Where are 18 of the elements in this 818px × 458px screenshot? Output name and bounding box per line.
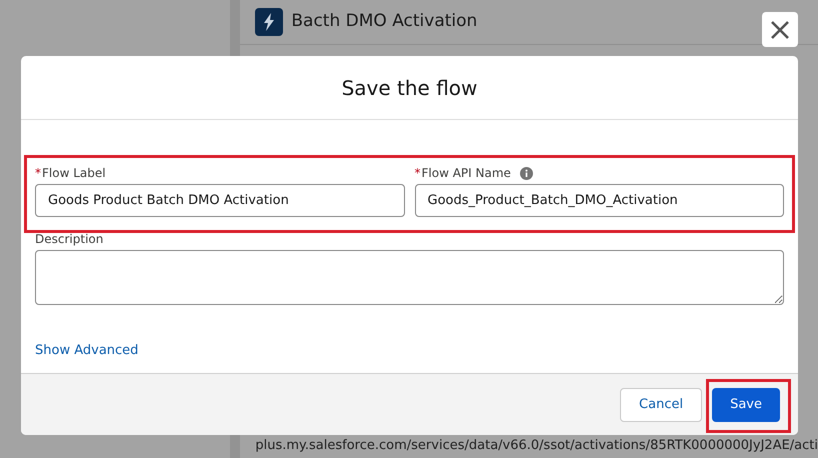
show-advanced-link[interactable]: Show Advanced: [35, 343, 138, 358]
field-label: Description: [35, 232, 104, 246]
close-icon: [770, 20, 790, 40]
text-field[interactable]: Goods_Product_Batch_DMO_Activation: [414, 184, 784, 217]
save-button[interactable]: Save: [712, 388, 780, 422]
field-label: Flow API Name: [422, 165, 511, 182]
field-label: Flow Label: [42, 165, 106, 182]
description-field[interactable]: [35, 250, 784, 305]
info-icon[interactable]: [520, 166, 533, 180]
text-field[interactable]: Goods Product Batch DMO Activation: [35, 184, 404, 217]
lightning-icon: [255, 8, 284, 36]
flow-title: Bacth DMO Activation: [291, 10, 478, 34]
required-asterisk: *: [414, 165, 420, 182]
modal-title: Save the flow: [342, 74, 478, 102]
url-text: plus.my.salesforce.com/services/data/v66.0/ssot/activations/85RTK0000000JyJ2AE/acti: [255, 438, 818, 453]
cancel-button[interactable]: Cancel: [620, 388, 702, 422]
required-asterisk: *: [35, 165, 41, 182]
close-button[interactable]: [762, 12, 798, 47]
